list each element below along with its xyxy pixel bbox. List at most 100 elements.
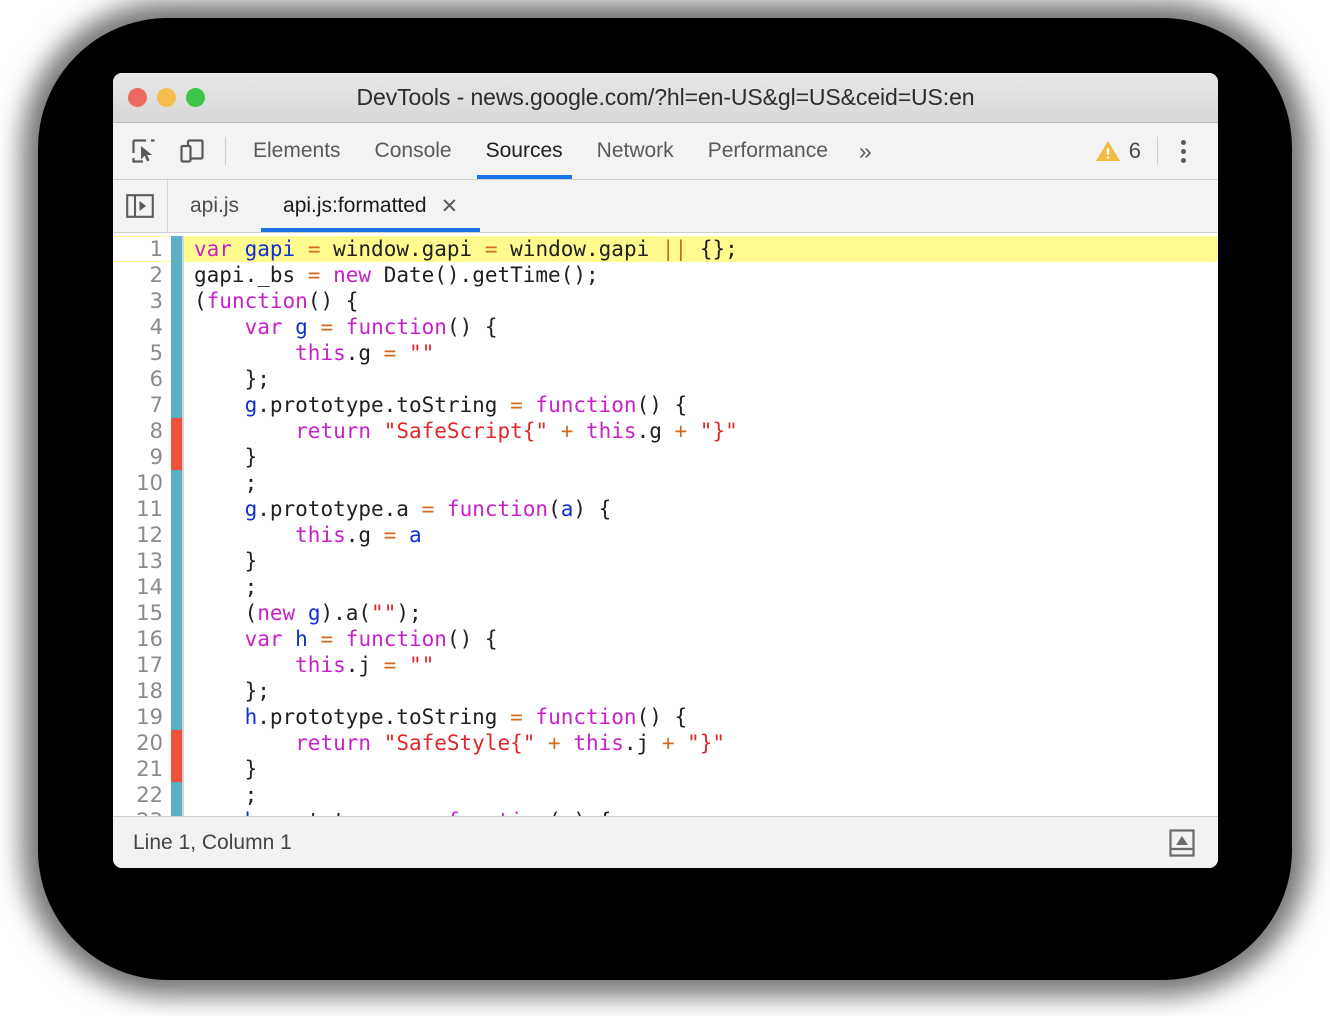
coverage-bar-used <box>171 366 184 392</box>
code-text: gapi._bs = new Date().getTime(); <box>194 263 599 287</box>
code-line[interactable]: 9 } <box>113 444 1218 470</box>
code-line[interactable]: 6 }; <box>113 366 1218 392</box>
code-text: ; <box>194 783 258 807</box>
coverage-bar-used <box>171 574 184 600</box>
code-line[interactable]: 8 return "SafeScript{" + this.g + "}" <box>113 418 1218 444</box>
tab-network[interactable]: Network <box>580 123 691 179</box>
toolbar-right-group: 6 <box>1089 134 1218 168</box>
editor-status-bar: Line 1, Column 1 <box>113 816 1218 868</box>
code-line[interactable]: 15 (new g).a(""); <box>113 600 1218 626</box>
line-number: 10 <box>113 471 171 495</box>
tab-performance[interactable]: Performance <box>691 123 845 179</box>
code-line[interactable]: 20 return "SafeStyle{" + this.j + "}" <box>113 730 1218 756</box>
code-line[interactable]: 16 var h = function() { <box>113 626 1218 652</box>
code-text: } <box>194 445 258 469</box>
line-number: 21 <box>113 757 171 781</box>
coverage-bar-used <box>171 496 184 522</box>
coverage-bar-unused <box>171 756 184 782</box>
line-number: 20 <box>113 731 171 755</box>
code-line[interactable]: 19 h.prototype.toString = function() { <box>113 704 1218 730</box>
tab-elements-label: Elements <box>253 139 341 162</box>
maximize-button[interactable] <box>186 88 205 107</box>
tab-sources-label: Sources <box>485 139 563 162</box>
coverage-bar-used <box>171 236 184 262</box>
code-line[interactable]: 5 this.g = "" <box>113 340 1218 366</box>
tab-elements[interactable]: Elements <box>236 123 358 179</box>
code-line[interactable]: 13 } <box>113 548 1218 574</box>
more-tabs-chevron-icon[interactable]: » <box>845 139 886 163</box>
line-number: 1 <box>113 237 171 261</box>
line-number: 7 <box>113 393 171 417</box>
code-line[interactable]: 3 (function() { <box>113 288 1218 314</box>
code-text: (new g).a(""); <box>194 601 422 625</box>
code-line[interactable]: 22 ; <box>113 782 1218 808</box>
coverage-bar-used <box>171 782 184 808</box>
code-line[interactable]: 12 this.g = a <box>113 522 1218 548</box>
window-controls <box>128 88 205 107</box>
coverage-bar-used <box>171 626 184 652</box>
line-number: 22 <box>113 783 171 807</box>
code-text: h.prototype.a = function(a) { <box>184 808 1218 816</box>
code-text: var g = function() { <box>244 315 498 339</box>
close-button[interactable] <box>128 88 147 107</box>
code-text: return "SafeStyle{" + this.j + "}" <box>295 731 726 755</box>
toolbar-divider <box>225 137 226 165</box>
more-options-kebab-icon[interactable] <box>1168 134 1198 168</box>
line-number: 5 <box>113 341 171 365</box>
devtools-toolbar: Elements Console Sources Network Perform… <box>113 123 1218 180</box>
line-number: 12 <box>113 523 171 547</box>
line-number: 2 <box>113 263 171 287</box>
minimize-button[interactable] <box>157 88 176 107</box>
warning-badge[interactable]: 6 <box>1089 138 1147 164</box>
window-titlebar: DevTools - news.google.com/?hl=en-US&gl=… <box>113 73 1218 123</box>
device-toolbar-icon[interactable] <box>175 134 209 168</box>
code-line[interactable]: 7 g.prototype.toString = function() { <box>113 392 1218 418</box>
coverage-bar-used <box>171 262 184 288</box>
coverage-bar-used <box>171 678 184 704</box>
tab-console[interactable]: Console <box>358 123 469 179</box>
inspect-element-icon[interactable] <box>127 134 161 168</box>
pretty-print-icon[interactable] <box>1164 825 1200 861</box>
code-line[interactable]: 21 } <box>113 756 1218 782</box>
tab-console-label: Console <box>374 139 452 162</box>
code-text: var gapi = window.gapi = window.gapi || … <box>184 236 1218 262</box>
coverage-bar-unused <box>171 444 184 470</box>
coverage-bar-used <box>171 340 184 366</box>
tab-sources[interactable]: Sources <box>469 123 580 179</box>
code-line[interactable]: 17 this.j = "" <box>113 652 1218 678</box>
code-text: (function() { <box>194 289 359 313</box>
warning-triangle-icon <box>1095 141 1120 161</box>
coverage-bar-used <box>171 470 184 496</box>
file-tab-api-js-formatted-label: api.js:formatted <box>283 194 427 217</box>
code-line[interactable]: 1 var gapi = window.gapi = window.gapi ||… <box>113 236 1218 262</box>
code-line[interactable]: 23 h.prototype.a = function(a) { <box>113 808 1218 816</box>
line-number: 23 <box>113 809 171 816</box>
devtools-window: DevTools - news.google.com/?hl=en-US&gl=… <box>113 73 1218 868</box>
code-text: ; <box>194 471 258 495</box>
coverage-bar-used <box>171 652 184 678</box>
line-number: 6 <box>113 367 171 391</box>
code-text: }; <box>194 679 270 703</box>
code-text: }; <box>194 367 270 391</box>
source-file-tabs: api.js api.js:formatted ✕ <box>113 180 1218 233</box>
show-navigator-icon[interactable] <box>113 180 168 232</box>
code-line[interactable]: 14 ; <box>113 574 1218 600</box>
code-text: this.j = "" <box>295 653 435 677</box>
code-text: ; <box>194 575 258 599</box>
code-line[interactable]: 4 var g = function() { <box>113 314 1218 340</box>
code-line[interactable]: 11 g.prototype.a = function(a) { <box>113 496 1218 522</box>
file-tab-api-js-label: api.js <box>190 194 240 217</box>
panel-tabs: Elements Console Sources Network Perform… <box>236 123 886 179</box>
window-title: DevTools - news.google.com/?hl=en-US&gl=… <box>356 84 975 110</box>
code-text: return "SafeScript{" + this.g + "}" <box>295 419 738 443</box>
source-code-editor[interactable]: 1 var gapi = window.gapi = window.gapi ||… <box>113 233 1218 816</box>
code-line[interactable]: 18 }; <box>113 678 1218 704</box>
code-line[interactable]: 2 gapi._bs = new Date().getTime(); <box>113 262 1218 288</box>
line-number: 4 <box>113 315 171 339</box>
coverage-bar-used <box>171 704 184 730</box>
file-tab-api-js[interactable]: api.js <box>168 180 261 232</box>
close-tab-icon[interactable]: ✕ <box>441 196 459 217</box>
file-tab-api-js-formatted[interactable]: api.js:formatted ✕ <box>261 180 481 232</box>
code-line[interactable]: 10 ; <box>113 470 1218 496</box>
line-number: 14 <box>113 575 171 599</box>
